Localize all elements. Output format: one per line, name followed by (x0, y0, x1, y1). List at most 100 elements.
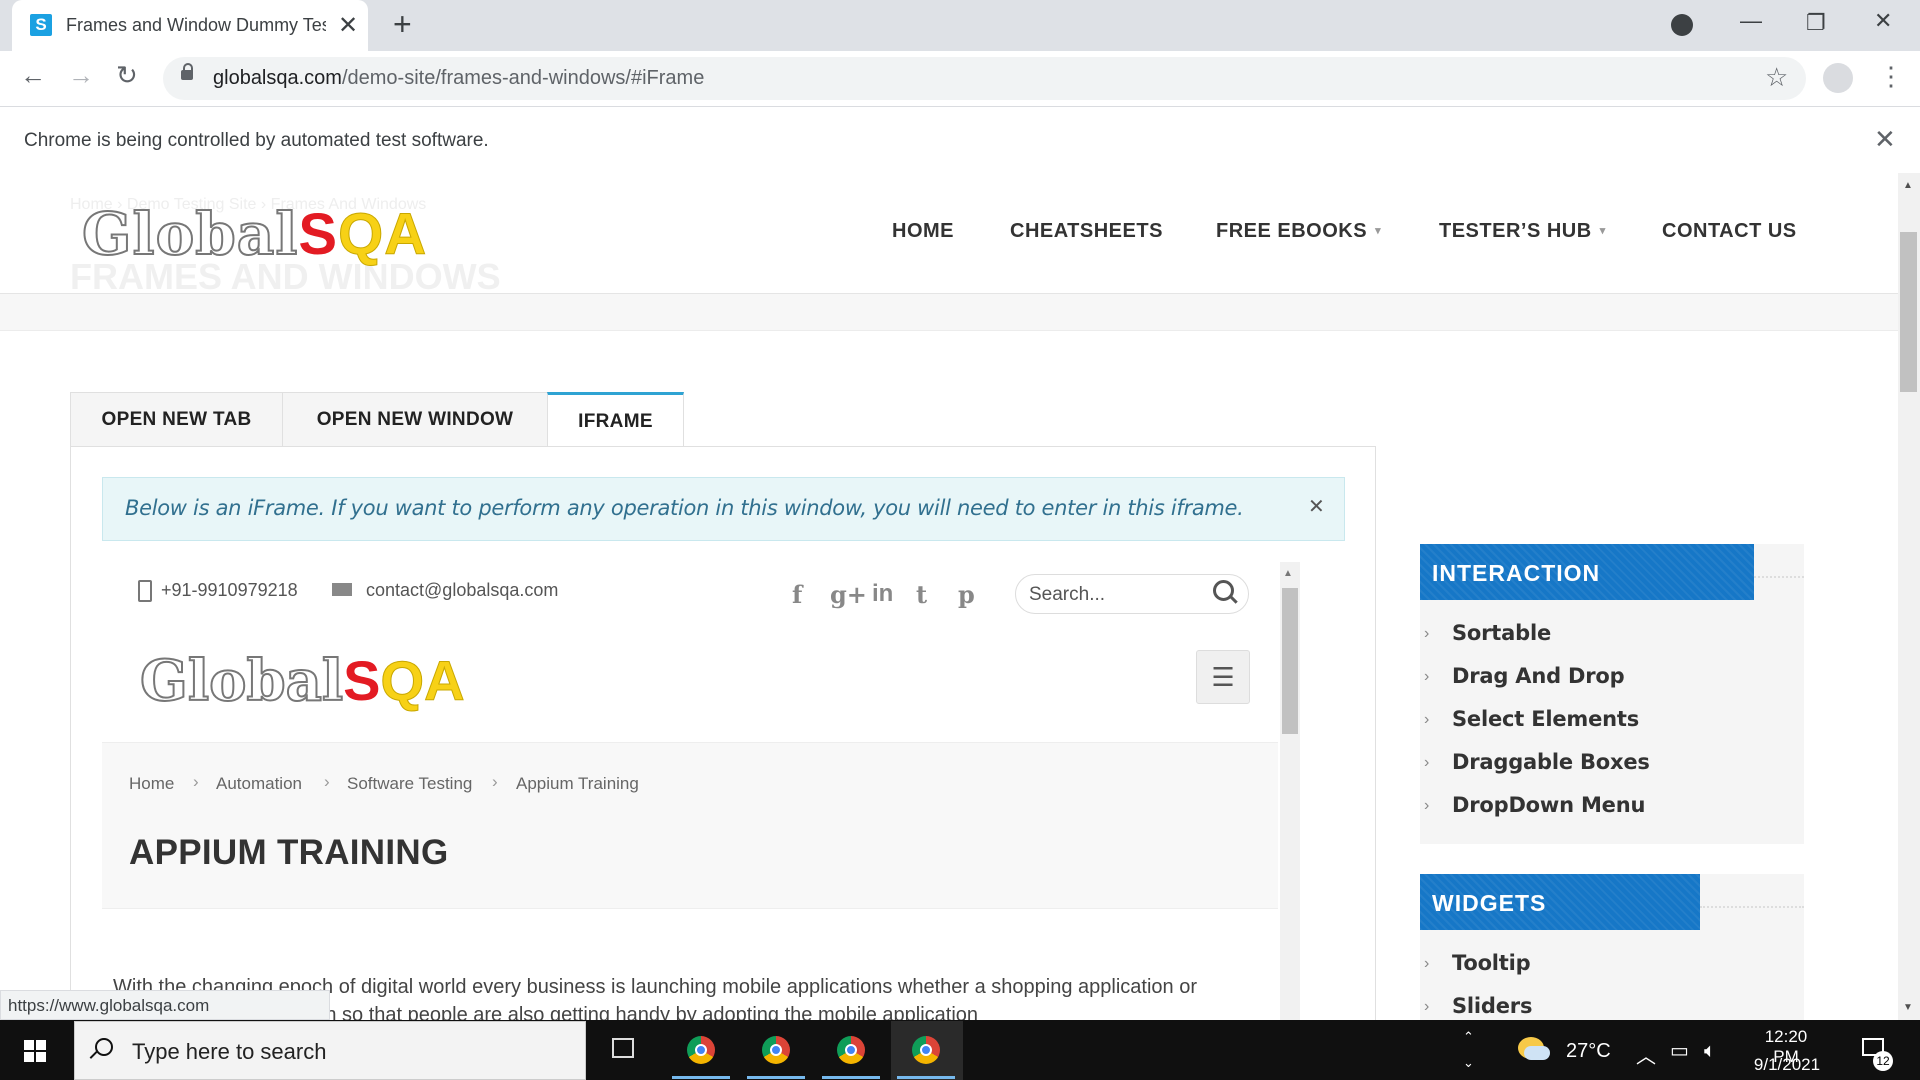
clock-date[interactable]: 9/1/2021 (1747, 1055, 1827, 1075)
dropdown-caret-icon: ▾ (1375, 225, 1382, 237)
nav-contact-us[interactable]: CONTACT US (1662, 220, 1797, 243)
logo-global-text: Global (81, 199, 299, 269)
sidebar-divider (1754, 576, 1804, 579)
chevron-right-icon: › (1424, 797, 1430, 814)
volume-icon[interactable]: 🔈︎ (1704, 1040, 1716, 1063)
site-favicon-icon: S (30, 14, 52, 36)
nav-free-ebooks-label: FREE EBOOKS (1216, 220, 1368, 242)
mail-icon (332, 583, 352, 596)
globalsqa-logo[interactable]: GlobalSQA (81, 199, 428, 269)
kebab-menu-icon[interactable]: ⋮ (1878, 61, 1904, 92)
twitter-icon[interactable]: t (916, 580, 927, 609)
sidebar-heading-widgets: WIDGETS (1420, 874, 1700, 930)
running-indicator (747, 1076, 805, 1079)
taskbar-search-text[interactable]: Type here to search (132, 1039, 326, 1065)
reload-icon[interactable]: ↻ (116, 60, 138, 91)
infobar-close-icon[interactable]: ✕ (1874, 124, 1896, 155)
scroll-up-arrow-icon[interactable]: ▲ (1903, 180, 1913, 191)
nav-free-ebooks[interactable]: FREE EBOOKS ▾ (1216, 220, 1381, 243)
breadcrumb-home[interactable]: Home (129, 774, 174, 794)
bookmark-star-icon[interactable]: ☆ (1765, 62, 1788, 93)
sidebar-heading-interaction: INTERACTION (1420, 544, 1754, 600)
iframe-scrollbar-thumb[interactable] (1282, 588, 1298, 734)
start-pane (24, 1052, 34, 1062)
forward-arrow-icon[interactable]: → (68, 60, 94, 91)
back-arrow-icon[interactable]: ← (20, 60, 46, 91)
iframe-logo-qa: QA (380, 649, 465, 713)
new-tab-plus-icon[interactable]: + (393, 6, 412, 43)
windows-start-icon[interactable] (24, 1040, 46, 1062)
sidebar-divider (1700, 906, 1804, 909)
logo-s-text: S (298, 202, 339, 267)
nav-testers-hub[interactable]: TESTER’S HUB ▾ (1439, 220, 1606, 243)
chevron-right-icon: › (1424, 955, 1430, 972)
chevron-right-icon: › (1424, 668, 1430, 685)
tab-open-new-tab[interactable]: OPEN NEW TAB (70, 392, 283, 448)
tab-open-new-window[interactable]: OPEN NEW WINDOW (282, 392, 548, 448)
lock-icon[interactable] (181, 63, 193, 80)
start-pane (36, 1040, 46, 1050)
contact-email[interactable]: contact@globalsqa.com (366, 580, 558, 601)
iframe-logo-s: S (343, 649, 381, 712)
linkedin-icon[interactable]: in (872, 580, 893, 608)
tab-search-chevron-icon[interactable] (1671, 14, 1693, 36)
iframe-logo[interactable]: GlobalSQA (139, 647, 465, 715)
breadcrumb-separator-icon: › (193, 772, 199, 791)
facebook-icon[interactable]: f (792, 580, 802, 609)
sidebar-item-drag-and-drop[interactable]: Drag And Drop (1452, 664, 1625, 688)
link-status-bubble: https://www.globalsqa.com (0, 990, 330, 1020)
battery-icon[interactable]: ▭ (1670, 1038, 1689, 1063)
nav-testers-hub-label: TESTER’S HUB (1439, 220, 1592, 242)
pinterest-icon[interactable]: p (958, 580, 975, 609)
window-close-icon[interactable]: ✕ (1874, 8, 1892, 34)
iframe-logo-global: Global (139, 647, 344, 715)
scroll-down-arrow-icon[interactable]: ▼ (1903, 1002, 1913, 1013)
chrome-taskbar-icon[interactable] (837, 1036, 865, 1064)
nav-home[interactable]: HOME (892, 220, 954, 243)
search-icon (95, 1038, 113, 1056)
weather-temperature[interactable]: 27°C (1566, 1040, 1611, 1063)
minimize-icon[interactable]: — (1740, 8, 1762, 34)
sidebar-item-draggable-boxes[interactable]: Draggable Boxes (1452, 750, 1650, 774)
tab-iframe[interactable]: IFRAME (547, 392, 684, 449)
iframe-page-title: APPIUM TRAINING (129, 833, 449, 872)
logo-qa-text: QA (338, 202, 428, 268)
task-view-icon[interactable] (612, 1038, 634, 1058)
running-indicator (672, 1076, 730, 1079)
sidebar-item-dropdown-menu[interactable]: DropDown Menu (1452, 793, 1645, 817)
breadcrumb-software-testing[interactable]: Software Testing (347, 774, 472, 794)
restore-icon[interactable]: ❐ (1806, 10, 1826, 36)
chrome-taskbar-icon[interactable] (687, 1036, 715, 1064)
taskbar-scroll-chevron-icon[interactable]: ⌃ ⌄ (1463, 1024, 1474, 1076)
weather-partly-cloudy-icon[interactable] (1518, 1037, 1550, 1060)
notification-count-badge: 12 (1873, 1051, 1893, 1071)
chrome-taskbar-icon-active[interactable] (912, 1036, 940, 1064)
sidebar-item-tooltip[interactable]: Tooltip (1452, 951, 1531, 975)
breadcrumb-separator-icon: › (324, 772, 330, 791)
iframe-search-input[interactable] (1027, 583, 1201, 607)
header-band (0, 294, 1898, 331)
url-host: globalsqa.com (213, 67, 342, 89)
nav-cheatsheets[interactable]: CHEATSHEETS (1010, 220, 1163, 243)
running-indicator (897, 1076, 955, 1079)
google-plus-icon[interactable]: g+ (830, 580, 867, 609)
breadcrumb-appium-training: Appium Training (516, 774, 639, 793)
hamburger-menu-icon[interactable]: ☰ (1196, 650, 1250, 704)
search-icon[interactable] (1213, 580, 1234, 601)
profile-avatar-icon[interactable] (1823, 63, 1853, 93)
breadcrumb-automation[interactable]: Automation (216, 774, 302, 794)
iframe-scroll-up-icon[interactable]: ▲ (1283, 568, 1293, 579)
notice-close-icon[interactable]: ✕ (1308, 494, 1325, 519)
address-url[interactable]: globalsqa.com/demo-site/frames-and-windo… (213, 67, 704, 90)
sidebar-item-sortable[interactable]: Sortable (1452, 621, 1551, 645)
notice-text: Below is an iFrame. If you want to perfo… (125, 496, 1244, 520)
page-scrollbar-thumb[interactable] (1900, 232, 1917, 392)
dropdown-caret-icon: ▾ (1599, 225, 1606, 237)
sidebar-item-select-elements[interactable]: Select Elements (1452, 707, 1639, 731)
tab-close-icon[interactable]: ✕ (338, 11, 358, 40)
start-pane (36, 1052, 46, 1062)
sidebar-item-sliders[interactable]: Sliders (1452, 994, 1532, 1018)
chrome-taskbar-icon[interactable] (762, 1036, 790, 1064)
tray-up-arrow-icon[interactable]: ︿ (1636, 1040, 1656, 1069)
breadcrumb-separator-icon: › (492, 772, 498, 791)
